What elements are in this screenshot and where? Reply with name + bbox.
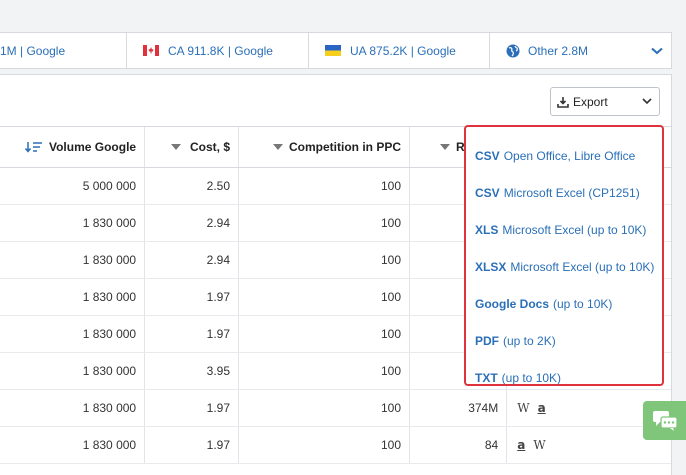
amazon-icon[interactable]: a <box>517 438 525 452</box>
region-bar: 1M | Google CA 911.8K | Google UA 875.2K… <box>0 32 672 69</box>
cost-cell: 1.97 <box>144 426 240 464</box>
export-description: (up to 10K) <box>501 370 562 385</box>
cost-cell: 2.94 <box>144 204 240 242</box>
chevron-down-icon[interactable] <box>651 47 663 55</box>
competition-cell: 100 <box>238 426 411 464</box>
cost-cell: 1.97 <box>144 389 240 427</box>
wikipedia-icon[interactable]: W <box>533 438 545 452</box>
region-label: UA 875.2K | Google <box>350 43 456 58</box>
volume-cell: 1 830 000 <box>0 352 146 390</box>
sort-desc-icon <box>24 141 42 153</box>
chat-icon <box>652 410 678 431</box>
cost-cell: 3.95 <box>144 352 240 390</box>
chat-widget-button[interactable] <box>643 401 686 440</box>
region-label: Other 2.8M <box>528 43 589 58</box>
cost-cell: 1.97 <box>144 315 240 353</box>
export-description: Microsoft Excel (up to 10K) <box>510 259 655 274</box>
export-format: TXT <box>475 370 498 385</box>
sort-arrow-icon <box>171 143 182 150</box>
export-label: Export <box>573 94 608 109</box>
competition-cell: 100 <box>238 315 411 353</box>
export-option[interactable]: TXT (up to 10K) <box>466 359 662 396</box>
sort-arrow-icon <box>440 143 451 150</box>
export-button[interactable]: Export <box>550 87 660 116</box>
cost-cell: 2.50 <box>144 167 240 205</box>
export-option[interactable]: CSV Microsoft Excel (CP1251) <box>466 174 662 211</box>
export-format: CSV <box>475 148 500 163</box>
export-option[interactable]: CSV Open Office, Libre Office <box>466 137 662 174</box>
competition-cell: 100 <box>238 352 411 390</box>
wikipedia-icon[interactable]: W <box>517 401 529 415</box>
volume-cell: 5 000 000 <box>0 167 146 205</box>
export-description: (up to 10K) <box>553 296 613 311</box>
export-format: CSV <box>475 185 500 200</box>
competition-cell: 100 <box>238 241 411 279</box>
competition-cell: 100 <box>238 204 411 242</box>
export-dropdown-menu: CSV Open Office, Libre Office CSV Microsoft… <box>464 125 664 386</box>
competition-cell: 100 <box>238 278 411 316</box>
download-icon <box>557 96 569 108</box>
export-option[interactable]: PDF (up to 2K) <box>466 322 662 359</box>
volume-cell: 1 830 000 <box>0 315 146 353</box>
export-description: Open Office, Libre Office <box>503 148 636 163</box>
column-header-volume[interactable]: Volume Google <box>0 127 146 168</box>
chevron-down-icon <box>642 98 652 105</box>
region-tab-1[interactable]: 1M | Google <box>0 33 127 68</box>
export-option[interactable]: Google Docs (up to 10K) <box>466 285 662 322</box>
export-description: Microsoft Excel (up to 10K) <box>502 222 647 237</box>
region-tab-ca[interactable]: CA 911.8K | Google <box>127 33 309 68</box>
export-description: Microsoft Excel (CP1251) <box>503 185 640 200</box>
export-format: Google Docs <box>475 296 550 311</box>
table-row: 1 830 000 1.97 100 84 a W <box>0 426 671 464</box>
globe-icon <box>506 44 520 57</box>
volume-cell: 1 830 000 <box>0 389 146 427</box>
region-label: CA 911.8K | Google <box>168 43 273 58</box>
r-cell: 84 <box>409 426 508 464</box>
volume-cell: 1 830 000 <box>0 278 146 316</box>
export-description: (up to 2K) <box>503 333 556 348</box>
region-tab-ua[interactable]: UA 875.2K | Google <box>309 33 490 68</box>
volume-cell: 1 830 000 <box>0 204 146 242</box>
sort-arrow-icon <box>273 143 284 150</box>
export-format: PDF <box>475 333 499 348</box>
volume-cell: 1 830 000 <box>0 426 146 464</box>
export-option[interactable]: XLS Microsoft Excel (up to 10K) <box>466 211 662 248</box>
export-format: XLS <box>475 222 499 237</box>
ukraine-flag-icon <box>325 45 341 56</box>
column-header-competition[interactable]: Competition in PPC <box>238 127 411 168</box>
export-format: XLSX <box>475 259 507 274</box>
competition-cell: 100 <box>238 167 411 205</box>
volume-cell: 1 830 000 <box>0 241 146 279</box>
canada-flag-icon <box>143 45 159 56</box>
column-header-cost[interactable]: Cost, $ <box>144 127 240 168</box>
amazon-icon[interactable]: a <box>538 401 546 415</box>
cost-cell: 2.94 <box>144 241 240 279</box>
export-option[interactable]: XLSX Microsoft Excel (up to 10K) <box>466 248 662 285</box>
cost-cell: 1.97 <box>144 278 240 316</box>
toolbar: Export <box>0 75 671 127</box>
region-tab-other[interactable]: Other 2.8M <box>490 33 671 68</box>
competition-cell: 100 <box>238 389 411 427</box>
region-label: 1M | Google <box>0 43 66 58</box>
